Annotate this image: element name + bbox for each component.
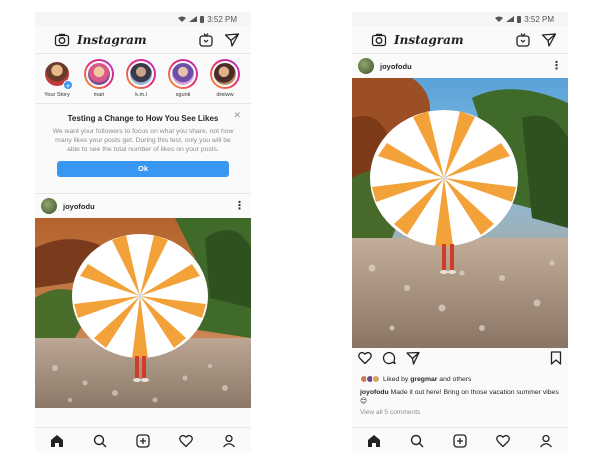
status-time: 3:52 PM [207,14,237,24]
home-icon[interactable] [48,432,66,450]
liked-by-user[interactable]: gregmar [410,376,437,383]
liked-by[interactable]: Liked by gregmar and others [352,372,568,386]
post-photo[interactable] [35,218,251,408]
post-actions [352,348,568,372]
igtv-icon[interactable] [197,31,215,49]
liked-by-prefix: Liked by [383,375,411,383]
story-name: dreiww [216,92,234,98]
likes-test-notice: ✕ Testing a Change to How You See Likes … [35,104,251,194]
stories-tray: + Your Story mari k.m.l sgunti dreiww [35,54,251,104]
avatar [372,375,380,383]
story-name: Your Story [44,92,70,98]
camera-icon[interactable] [370,31,388,49]
post-username[interactable]: joyofodu [380,62,551,71]
post-header: joyofodu ⋮ [352,54,568,78]
activity-heart-icon[interactable] [494,432,512,450]
story-mari[interactable]: mari [83,59,115,98]
add-post-icon[interactable] [451,432,469,450]
phone-screen-right: 3:52 PM Instagram joyofodu ⋮ Liked by gr… [352,12,568,453]
ok-button[interactable]: Ok [57,161,229,177]
status-bar: 3:52 PM [35,12,251,26]
igtv-icon[interactable] [514,31,532,49]
post-caption: joyofodu Made it out here! Bring on thos… [352,386,568,408]
phone-screen-left: 3:52 PM Instagram + Your Story mari k.m.… [35,12,251,453]
status-time: 3:52 PM [524,14,554,24]
story-sgunti[interactable]: sgunti [167,59,199,98]
top-bar: Instagram [35,26,251,54]
comment-icon[interactable] [382,351,396,370]
signal-icon [506,16,515,22]
post-username[interactable]: joyofodu [63,202,234,211]
story-avatar [210,59,240,89]
liked-by-suffix: and others [437,375,472,383]
share-icon[interactable] [406,351,420,370]
post-photo[interactable] [352,78,568,348]
home-icon[interactable] [365,432,383,450]
wifi-icon [178,16,187,22]
story-avatar [126,59,156,89]
avatar[interactable] [41,198,57,214]
story-name: mari [93,92,105,98]
profile-icon[interactable] [537,432,555,450]
umbrella-photo [352,78,568,348]
status-bar: 3:52 PM [352,12,568,26]
direct-message-icon[interactable] [223,31,241,49]
caption-username[interactable]: joyofodu [360,389,389,396]
avatar[interactable] [358,58,374,74]
story-kml[interactable]: k.m.l [125,59,157,98]
notice-body: We want your followers to focus on what … [52,128,234,153]
post-header: joyofodu ⋮ [35,194,251,218]
activity-heart-icon[interactable] [177,432,195,450]
close-icon[interactable]: ✕ [233,110,241,121]
add-post-icon[interactable] [134,432,152,450]
app-logo: Instagram [394,32,464,47]
profile-icon[interactable] [220,432,238,450]
notice-title: Testing a Change to How You See Likes [67,114,219,123]
camera-icon[interactable] [53,31,71,49]
search-icon[interactable] [91,432,109,450]
signal-icon [189,16,198,22]
heart-icon[interactable] [358,351,372,370]
battery-icon [200,15,205,23]
caption-text: Made it out here! Bring on those vacatio… [360,389,559,405]
app-logo: Instagram [77,32,147,47]
story-name: sgunti [175,92,191,98]
wifi-icon [495,16,504,22]
umbrella-photo [35,218,251,408]
more-options-icon[interactable]: ⋮ [551,61,562,72]
direct-message-icon[interactable] [540,31,558,49]
bottom-nav [35,427,251,453]
liked-by-text: Liked by gregmar and others [383,376,471,383]
story-avatar: + [42,59,73,91]
story-dreiww[interactable]: dreiww [209,59,241,98]
battery-icon [517,15,522,23]
bottom-nav [352,427,568,453]
story-avatar [84,59,114,89]
story-your-story[interactable]: + Your Story [41,59,73,98]
story-name: k.m.l [135,92,147,98]
story-avatar [168,59,198,89]
top-bar: Instagram [352,26,568,54]
search-icon[interactable] [408,432,426,450]
more-options-icon[interactable]: ⋮ [234,201,245,212]
add-story-icon[interactable]: + [63,80,73,91]
view-comments-link[interactable]: View all 5 comments [352,408,568,417]
bookmark-icon[interactable] [550,350,562,370]
